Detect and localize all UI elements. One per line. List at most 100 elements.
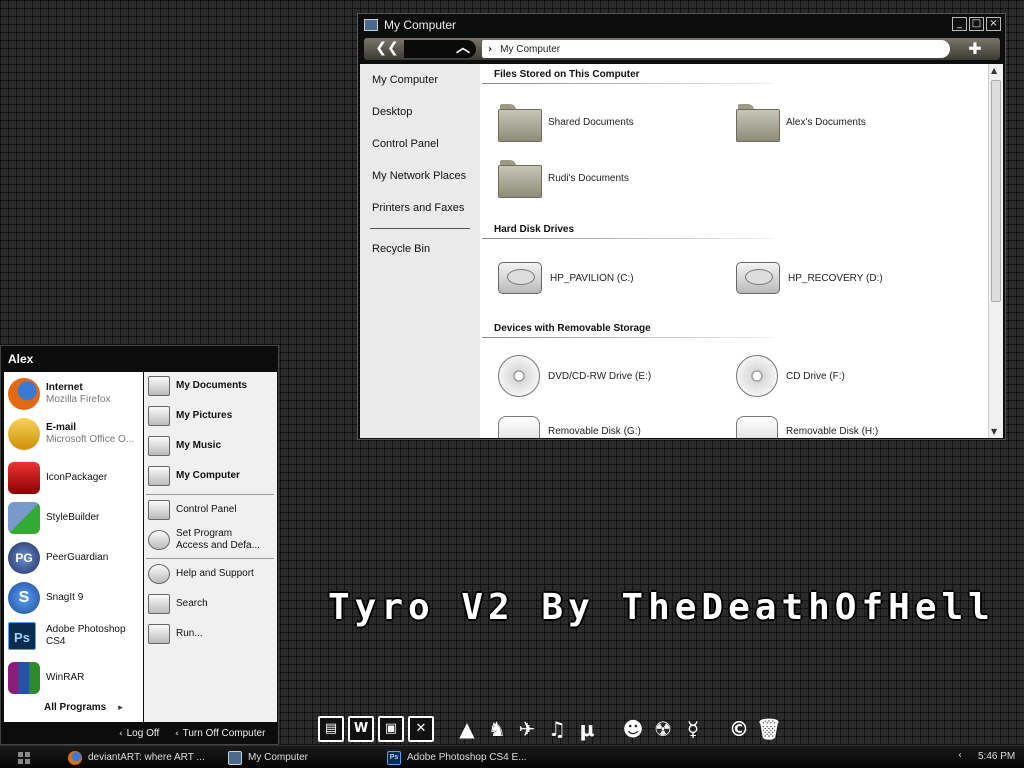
taskbar-item-firefox[interactable]: deviantART: where ART ...	[68, 749, 205, 766]
start-link-my-pictures[interactable]: My Pictures	[148, 406, 232, 426]
dock-trash-icon[interactable]: 🗑	[756, 716, 782, 742]
optical-disc-icon	[736, 355, 778, 397]
start-item-title: Adobe Photoshop	[46, 624, 126, 635]
dock-fox-icon[interactable]: ♞	[484, 716, 510, 742]
item-label: Alex's Documents	[786, 116, 866, 128]
dock-users-icon[interactable]: ☻	[620, 716, 646, 742]
start-item-title-line2: CS4	[46, 636, 66, 647]
add-button[interactable]: ✚	[960, 40, 990, 58]
start-link-my-computer[interactable]: My Computer	[148, 466, 240, 486]
stylebuilder-icon	[8, 502, 40, 534]
start-menu-footer: ‹ Log Off ‹ Turn Off Computer	[1, 724, 278, 744]
sidebar-item-network-places[interactable]: My Network Places	[372, 170, 466, 182]
start-item-title: PeerGuardian	[46, 552, 109, 563]
address-bar[interactable]: › My Computer	[482, 40, 950, 58]
start-link-line1: Set Program	[176, 528, 233, 539]
start-item-title: WinRAR	[46, 672, 85, 683]
section-divider	[482, 83, 772, 84]
start-link-label: Control Panel	[176, 504, 237, 515]
drive-e[interactable]: DVD/CD-RW Drive (E:)	[498, 355, 651, 397]
run-gears-icon	[148, 624, 170, 644]
folder-rudi-documents[interactable]: Rudi's Documents	[498, 160, 629, 198]
maximize-button[interactable]: □	[969, 17, 984, 31]
start-item-title: E-mail	[46, 422, 77, 433]
taskbar-item-my-computer[interactable]: My Computer	[228, 749, 308, 766]
start-item-photoshop[interactable]: Ps Adobe Photoshop CS4	[8, 622, 126, 650]
photoshop-icon: Ps	[8, 622, 36, 650]
start-menu: Alex Internet Mozilla Firefox E-mail Mic…	[0, 345, 279, 745]
drive-d[interactable]: HP_RECOVERY (D:)	[736, 262, 883, 294]
start-link-search[interactable]: Search	[148, 594, 208, 614]
sidebar-item-control-panel[interactable]: Control Panel	[372, 138, 439, 150]
drive-h[interactable]: Removable Disk (H:)	[736, 416, 878, 438]
start-link-label: My Documents	[176, 380, 248, 391]
scroll-thumb[interactable]	[991, 80, 1001, 302]
start-link-label: Help and Support	[176, 568, 254, 579]
taskbar-item-label: deviantART: where ART ...	[88, 752, 205, 763]
start-link-label: My Pictures	[176, 410, 233, 421]
vertical-scrollbar[interactable]: ▲ ▼	[988, 64, 1003, 438]
section-heading-removable: Devices with Removable Storage	[494, 323, 651, 334]
start-item-snagit[interactable]: S SnagIt 9	[8, 582, 83, 614]
start-link-label: Search	[176, 598, 208, 609]
start-item-email[interactable]: E-mail Microsoft Office O...	[8, 418, 134, 450]
scroll-up-arrow-icon[interactable]: ▲	[991, 66, 997, 75]
sidebar-item-recycle-bin[interactable]: Recycle Bin	[372, 243, 430, 255]
dock-music-icon[interactable]: ♫	[544, 716, 570, 742]
start-link-control-panel[interactable]: Control Panel	[148, 500, 237, 520]
dock-picture-icon[interactable]: ▣	[378, 716, 404, 742]
log-off-button[interactable]: ‹ Log Off	[119, 728, 159, 739]
dock-excel-icon[interactable]: ✕	[408, 716, 434, 742]
dock-word-icon[interactable]: W	[348, 716, 374, 742]
scroll-down-arrow-icon[interactable]: ▼	[991, 427, 997, 436]
section-heading-files: Files Stored on This Computer	[494, 69, 640, 80]
start-item-internet[interactable]: Internet Mozilla Firefox	[8, 378, 110, 410]
folder-shared-documents[interactable]: Shared Documents	[498, 104, 634, 142]
window-titlebar[interactable]: My Computer	[358, 14, 1005, 36]
minimize-button[interactable]: _	[952, 17, 967, 31]
start-item-peerguardian[interactable]: PG PeerGuardian	[8, 542, 108, 574]
my-computer-window: My Computer _ □ × ❮❮ ︿ › My Computer ✚ M…	[357, 13, 1006, 440]
start-link-set-program-access[interactable]: Set Program Access and Defa...	[148, 528, 260, 552]
program-access-icon	[148, 530, 170, 550]
drive-c[interactable]: HP_PAVILION (C:)	[498, 262, 634, 294]
start-item-stylebuilder[interactable]: StyleBuilder	[8, 502, 99, 534]
item-label: Rudi's Documents	[548, 172, 629, 184]
item-label: CD Drive (F:)	[786, 370, 845, 382]
dock-vlc-icon[interactable]: ▲	[454, 716, 480, 742]
start-link-help[interactable]: Help and Support	[148, 564, 254, 584]
start-link-my-documents[interactable]: My Documents	[148, 376, 247, 396]
all-programs-button[interactable]: All Programs ▸	[44, 702, 123, 713]
sidebar-item-my-computer[interactable]: My Computer	[372, 74, 438, 86]
taskbar-item-photoshop[interactable]: Ps Adobe Photoshop CS4 E...	[387, 749, 527, 766]
start-item-winrar[interactable]: WinRAR	[8, 662, 84, 694]
folder-alex-documents[interactable]: Alex's Documents	[736, 104, 866, 142]
dock-ccleaner-icon[interactable]: ©	[726, 716, 752, 742]
sidebar-item-printers[interactable]: Printers and Faxes	[372, 202, 464, 214]
dock-satellite-icon[interactable]: ✈	[514, 716, 540, 742]
iconpackager-icon	[8, 462, 40, 494]
folder-icon	[498, 104, 542, 142]
up-folder-button[interactable]: ︿	[452, 40, 474, 58]
sidebar-divider	[370, 228, 470, 229]
dock-document-icon[interactable]: ▤	[318, 716, 344, 742]
optical-disc-icon	[498, 355, 540, 397]
sidebar-item-desktop[interactable]: Desktop	[372, 106, 412, 118]
turn-off-button[interactable]: ‹ Turn Off Computer	[175, 728, 265, 739]
start-link-my-music[interactable]: My Music	[148, 436, 221, 456]
start-button-icon[interactable]	[18, 752, 30, 764]
start-item-iconpackager[interactable]: IconPackager	[8, 462, 107, 494]
back-button[interactable]: ❮❮	[372, 40, 402, 58]
drive-f[interactable]: CD Drive (F:)	[736, 355, 845, 397]
dock-bomb-icon[interactable]: ☢	[650, 716, 676, 742]
drive-g[interactable]: Removable Disk (G:)	[498, 416, 641, 438]
item-label: Removable Disk (G:)	[548, 425, 641, 437]
close-button[interactable]: ×	[986, 17, 1001, 31]
start-link-run[interactable]: Run...	[148, 624, 203, 644]
start-item-title: Internet	[46, 382, 83, 393]
tray-expand-icon[interactable]: ‹	[958, 750, 962, 761]
all-programs-label: All Programs	[44, 702, 107, 713]
taskbar-clock[interactable]: 5:46 PM	[978, 751, 1015, 762]
dock-runner-icon[interactable]: ☿	[680, 716, 706, 742]
dock-utorrent-icon[interactable]: μ	[574, 716, 600, 742]
